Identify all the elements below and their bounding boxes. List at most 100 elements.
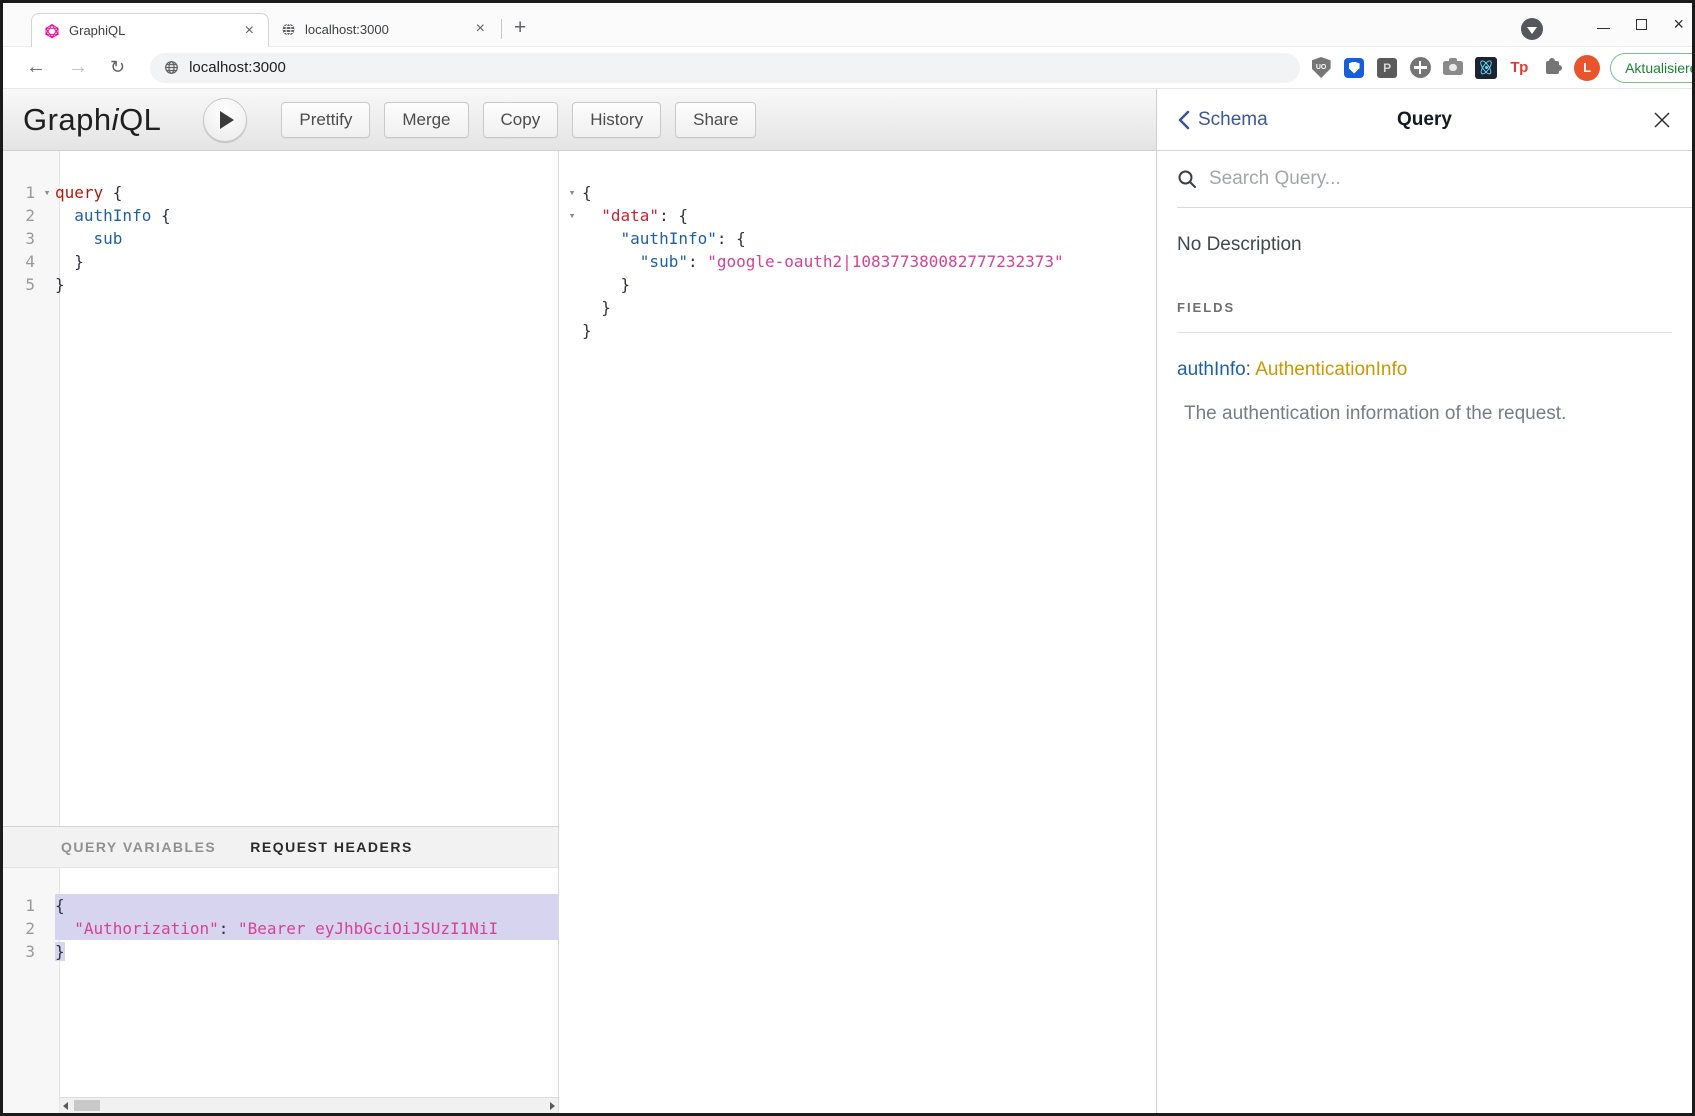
- field-description: The authentication information of the re…: [1177, 403, 1672, 425]
- share-button[interactable]: Share: [675, 102, 756, 138]
- tab-title: GraphiQL: [69, 23, 241, 38]
- copy-button[interactable]: Copy: [483, 102, 559, 138]
- code-line: 2 "Authorization": "Bearer eyJhbGciOiJSU…: [3, 917, 558, 940]
- execute-button[interactable]: [203, 98, 247, 142]
- extensions-area: UO P Tp L Aktualisieren: [1300, 53, 1695, 83]
- fold-gutter: [564, 319, 580, 342]
- code-line: 2 authInfo {: [3, 204, 558, 227]
- line-number: 3: [3, 227, 39, 250]
- profile-avatar[interactable]: L: [1574, 55, 1600, 81]
- code-text: authInfo {: [55, 204, 558, 227]
- ublock-origin-icon[interactable]: UO: [1309, 56, 1333, 80]
- docs-back-link[interactable]: Schema: [1177, 109, 1268, 131]
- bitwarden-icon[interactable]: [1342, 56, 1366, 80]
- code-line: }: [559, 296, 1156, 319]
- code-line: 1{: [3, 894, 558, 917]
- scrollbar-right-arrow-icon[interactable]: [550, 1102, 555, 1110]
- field-type-link[interactable]: AuthenticationInfo: [1255, 359, 1407, 380]
- play-icon: [220, 111, 234, 129]
- scrollbar-track[interactable]: [60, 1097, 558, 1113]
- update-button[interactable]: Aktualisieren: [1610, 53, 1695, 83]
- new-tab-button[interactable]: +: [508, 16, 536, 46]
- minimize-button[interactable]: [1597, 28, 1610, 30]
- crosshair-icon[interactable]: [1408, 56, 1432, 80]
- tab-graphiql[interactable]: GraphiQL ×: [31, 13, 269, 47]
- line-number: 4: [3, 250, 39, 273]
- fold-toggle-icon[interactable]: ▾: [39, 181, 55, 204]
- field-name-link[interactable]: authInfo: [1177, 359, 1246, 380]
- tab-request-headers[interactable]: REQUEST HEADERS: [250, 839, 413, 855]
- code-text: }: [55, 940, 558, 963]
- tp-icon[interactable]: Tp: [1507, 56, 1531, 80]
- forward-icon[interactable]: →: [57, 56, 99, 79]
- docs-search-input[interactable]: [1209, 168, 1692, 190]
- line-number: 1: [3, 894, 39, 917]
- line-number: 2: [3, 917, 39, 940]
- globe-icon: [164, 60, 179, 75]
- code-text: {: [580, 181, 1156, 204]
- fold-gutter: [39, 894, 55, 917]
- update-button-label: Aktualisieren: [1625, 60, 1695, 76]
- docs-panel: Schema Query No Description FIELDS authI…: [1156, 89, 1692, 1113]
- code-line: "authInfo": {: [559, 227, 1156, 250]
- camera-icon[interactable]: [1441, 56, 1465, 80]
- fold-gutter: [39, 204, 55, 227]
- close-window-button[interactable]: ×: [1673, 18, 1684, 31]
- docs-back-label: Schema: [1198, 109, 1268, 131]
- fields-divider: [1177, 332, 1672, 333]
- react-devtools-icon[interactable]: [1474, 56, 1498, 80]
- result-viewer: ▾{▾ "data": { "authInfo": { "sub": "goog…: [559, 151, 1156, 1113]
- p-extension-icon[interactable]: P: [1375, 56, 1399, 80]
- code-text: "sub": "google-oauth2|108377380082777232…: [580, 250, 1156, 273]
- code-text: query {: [55, 181, 558, 204]
- tab-localhost[interactable]: localhost:3000 ×: [269, 12, 499, 46]
- code-text: sub: [55, 227, 558, 250]
- docs-close-icon[interactable]: [1652, 110, 1672, 130]
- code-line: 4 }: [3, 250, 558, 273]
- scrollbar-thumb[interactable]: [74, 1100, 100, 1111]
- query-editor[interactable]: 1▾query {2 authInfo {3 sub4 }5}: [3, 151, 558, 826]
- graphql-logo-icon: [44, 23, 60, 39]
- fold-toggle-icon[interactable]: ▾: [564, 204, 580, 227]
- maximize-button[interactable]: [1636, 19, 1647, 30]
- prettify-button[interactable]: Prettify: [281, 102, 370, 138]
- merge-button[interactable]: Merge: [384, 102, 468, 138]
- address-url: localhost:3000: [189, 59, 286, 76]
- back-icon[interactable]: ←: [15, 56, 57, 79]
- code-line: }: [559, 319, 1156, 342]
- code-line: }: [559, 273, 1156, 296]
- fold-gutter: [39, 940, 55, 963]
- tab-close-icon[interactable]: ×: [472, 21, 489, 37]
- field-row: authInfo: AuthenticationInfo: [1177, 359, 1672, 381]
- scrollbar-left-arrow-icon[interactable]: [63, 1102, 68, 1110]
- docs-header: Schema Query: [1157, 89, 1692, 151]
- address-bar[interactable]: localhost:3000: [150, 53, 1300, 83]
- reload-icon[interactable]: ↻: [99, 57, 136, 78]
- chevron-left-icon: [1177, 110, 1190, 130]
- fold-gutter: [564, 250, 580, 273]
- tab-query-variables[interactable]: QUERY VARIABLES: [61, 839, 216, 855]
- fold-gutter: [39, 273, 55, 296]
- tab-close-icon[interactable]: ×: [241, 23, 258, 39]
- request-headers-editor[interactable]: 1{2 "Authorization": "Bearer eyJhbGciOiJ…: [3, 868, 558, 1097]
- fold-gutter: [564, 227, 580, 250]
- fold-gutter: [39, 917, 55, 940]
- code-line: 5}: [3, 273, 558, 296]
- ublock-label: UO: [1316, 64, 1327, 71]
- download-status-icon[interactable]: [1521, 18, 1543, 40]
- tab-strip: GraphiQL × localhost:3000 × + ×: [3, 3, 1692, 47]
- code-text: "Authorization": "Bearer eyJhbGciOiJSUzI…: [55, 917, 558, 940]
- line-number: 3: [3, 940, 39, 963]
- fold-toggle-icon[interactable]: ▾: [564, 181, 580, 204]
- code-line: ▾ "data": {: [559, 204, 1156, 227]
- code-line: 3}: [3, 940, 558, 963]
- history-button[interactable]: History: [572, 102, 661, 138]
- code-text: }: [580, 273, 1156, 296]
- no-description-text: No Description: [1177, 234, 1672, 256]
- extensions-puzzle-icon[interactable]: [1540, 56, 1564, 80]
- code-text: }: [580, 296, 1156, 319]
- horizontal-scrollbar: [3, 1097, 558, 1113]
- fold-gutter: [564, 296, 580, 319]
- fields-heading: FIELDS: [1177, 300, 1672, 315]
- docs-body: No Description FIELDS authInfo: Authenti…: [1157, 208, 1692, 425]
